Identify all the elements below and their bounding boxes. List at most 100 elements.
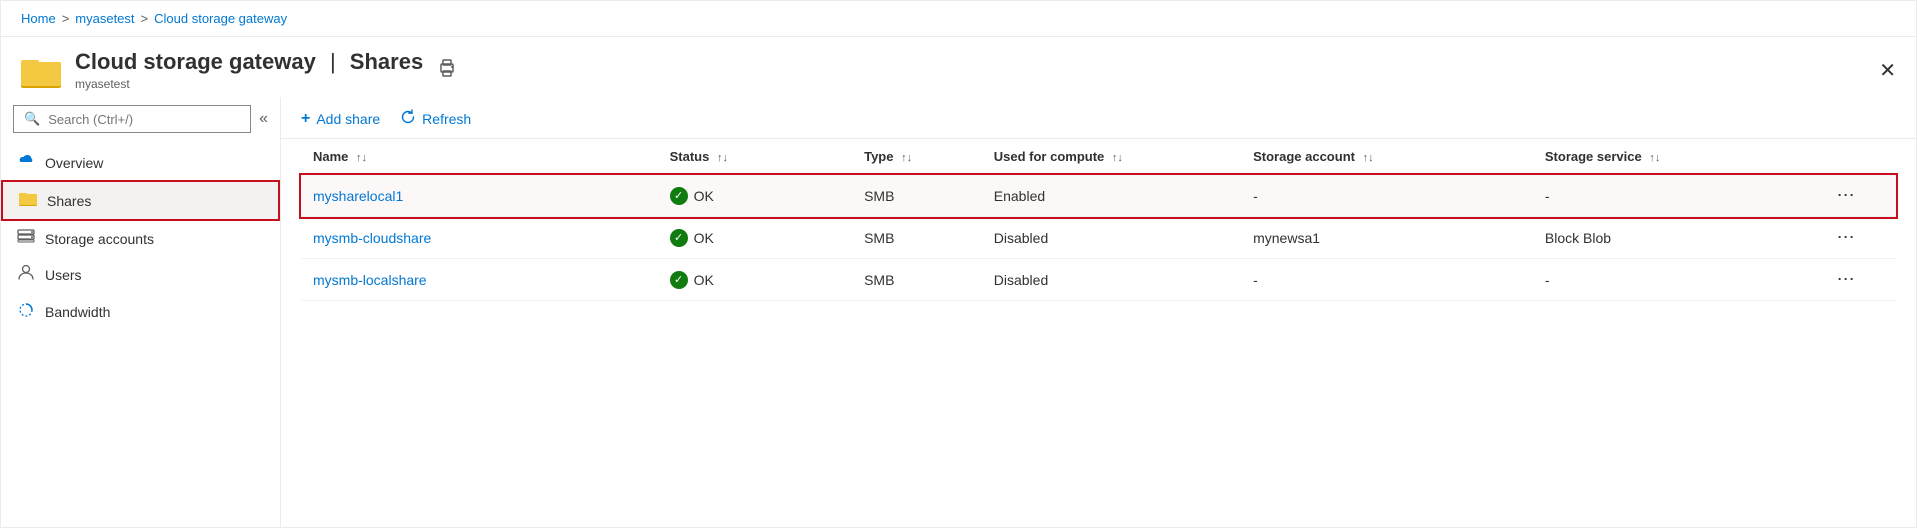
cell-actions[interactable]: ⋯ (1825, 217, 1896, 259)
sort-icon-name: ↑↓ (356, 152, 367, 164)
status-ok: ✓ OK (670, 187, 841, 205)
add-share-button[interactable]: + Add share (301, 110, 380, 128)
cell-name: mysharelocal1 (301, 175, 658, 217)
refresh-icon (400, 109, 416, 128)
more-options-button[interactable]: ⋯ (1837, 227, 1857, 247)
table-row[interactable]: mysmb-localshare✓OKSMBDisabled--⋯ (301, 259, 1896, 301)
plus-icon: + (301, 110, 310, 128)
breadcrumb: Home > myasetest > Cloud storage gateway (1, 1, 1916, 37)
search-input[interactable] (48, 112, 240, 127)
shares-folder-icon (19, 190, 37, 211)
breadcrumb-home[interactable]: Home (21, 11, 56, 26)
col-header-status[interactable]: Status ↑↓ (658, 139, 853, 175)
col-header-actions (1825, 139, 1896, 175)
toolbar: + Add share Refresh (281, 97, 1916, 139)
users-icon (17, 264, 35, 285)
more-options-button[interactable]: ⋯ (1837, 269, 1857, 289)
sidebar-item-overview-label: Overview (45, 155, 103, 171)
bandwidth-icon (17, 301, 35, 322)
sort-icon-compute: ↑↓ (1112, 152, 1123, 164)
status-ok: ✓ OK (670, 271, 841, 289)
ok-icon: ✓ (670, 271, 688, 289)
print-icon[interactable] (437, 58, 457, 83)
col-header-type[interactable]: Type ↑↓ (852, 139, 982, 175)
col-header-compute[interactable]: Used for compute ↑↓ (982, 139, 1241, 175)
refresh-button[interactable]: Refresh (400, 109, 471, 128)
sort-icon-storage: ↑↓ (1363, 152, 1374, 164)
col-header-storage[interactable]: Storage account ↑↓ (1241, 139, 1533, 175)
sidebar-item-users-label: Users (45, 267, 82, 283)
title-text: Cloud storage gateway (75, 49, 316, 74)
cell-storage-account: - (1241, 175, 1533, 217)
cell-status: ✓ OK (658, 175, 853, 217)
page-header: Cloud storage gateway | Shares myasetest… (1, 37, 1916, 97)
close-icon[interactable]: ✕ (1879, 58, 1896, 83)
more-options-button[interactable]: ⋯ (1837, 185, 1857, 205)
cloud-icon (17, 153, 35, 172)
sidebar: 🔍 « Overview (1, 97, 281, 527)
cell-compute: Disabled (982, 217, 1241, 259)
cell-type: SMB (852, 259, 982, 301)
table-row[interactable]: mysharelocal1✓OKSMBEnabled--⋯ (301, 175, 1896, 217)
ok-icon: ✓ (670, 187, 688, 205)
section-text: Shares (350, 49, 423, 74)
sort-icon-service: ↑↓ (1649, 152, 1660, 164)
header-title-area: Cloud storage gateway | Shares myasetest (75, 49, 423, 91)
cell-type: SMB (852, 175, 982, 217)
page-title: Cloud storage gateway | Shares (75, 49, 423, 75)
sidebar-item-bandwidth-label: Bandwidth (45, 304, 110, 320)
search-icon: 🔍 (24, 111, 40, 127)
cell-storage-account: - (1241, 259, 1533, 301)
header-subtitle: myasetest (75, 77, 423, 91)
page-container: Home > myasetest > Cloud storage gateway… (0, 0, 1917, 528)
sidebar-item-storage-label: Storage accounts (45, 231, 154, 247)
search-row: 🔍 « (13, 105, 268, 133)
col-header-name[interactable]: Name ↑↓ (301, 139, 658, 175)
shares-table: Name ↑↓ Status ↑↓ Type ↑↓ (301, 139, 1896, 301)
ok-icon: ✓ (670, 229, 688, 247)
cell-storage-account: mynewsa1 (1241, 217, 1533, 259)
breadcrumb-sep-2: > (141, 11, 149, 26)
sidebar-item-shares-label: Shares (47, 193, 91, 209)
status-text: OK (694, 272, 714, 288)
main-layout: 🔍 « Overview (1, 97, 1916, 527)
collapse-button[interactable]: « (259, 110, 268, 128)
sidebar-item-overview[interactable]: Overview (1, 145, 280, 180)
sidebar-item-shares[interactable]: Shares (1, 180, 280, 221)
sidebar-item-storage[interactable]: Storage accounts (1, 221, 280, 256)
cell-compute: Disabled (982, 259, 1241, 301)
cell-storage-service: - (1533, 175, 1825, 217)
status-text: OK (694, 188, 714, 204)
breadcrumb-sep-1: > (62, 11, 70, 26)
cell-storage-service: - (1533, 259, 1825, 301)
cell-type: SMB (852, 217, 982, 259)
cell-compute: Enabled (982, 175, 1241, 217)
folder-icon (21, 52, 61, 88)
content-area: + Add share Refresh (281, 97, 1916, 527)
cell-actions[interactable]: ⋯ (1825, 259, 1896, 301)
table-header-row: Name ↑↓ Status ↑↓ Type ↑↓ (301, 139, 1896, 175)
cell-status: ✓ OK (658, 217, 853, 259)
sidebar-item-bandwidth[interactable]: Bandwidth (1, 293, 280, 330)
cell-name: mysmb-localshare (301, 259, 658, 301)
add-share-label: Add share (316, 111, 380, 127)
breadcrumb-myasetest[interactable]: myasetest (75, 11, 134, 26)
breadcrumb-current[interactable]: Cloud storage gateway (154, 11, 287, 26)
status-ok: ✓ OK (670, 229, 841, 247)
sort-icon-type: ↑↓ (901, 152, 912, 164)
title-divider: | (330, 49, 342, 74)
header-left: Cloud storage gateway | Shares myasetest (21, 49, 457, 91)
table-area: Name ↑↓ Status ↑↓ Type ↑↓ (281, 139, 1916, 301)
cell-actions[interactable]: ⋯ (1825, 175, 1896, 217)
col-header-service[interactable]: Storage service ↑↓ (1533, 139, 1825, 175)
cell-storage-service: Block Blob (1533, 217, 1825, 259)
table-row[interactable]: mysmb-cloudshare ✓ OK SMBDisabledmynewsa1Bl… (301, 217, 1896, 259)
storage-icon (17, 229, 35, 248)
cell-name: mysmb-cloudshare (301, 217, 658, 259)
sort-icon-status: ↑↓ (717, 152, 728, 164)
status-text: OK (694, 230, 714, 246)
sidebar-item-users[interactable]: Users (1, 256, 280, 293)
refresh-label: Refresh (422, 111, 471, 127)
search-wrap: 🔍 (13, 105, 251, 133)
cell-status: ✓ OK (658, 259, 853, 301)
